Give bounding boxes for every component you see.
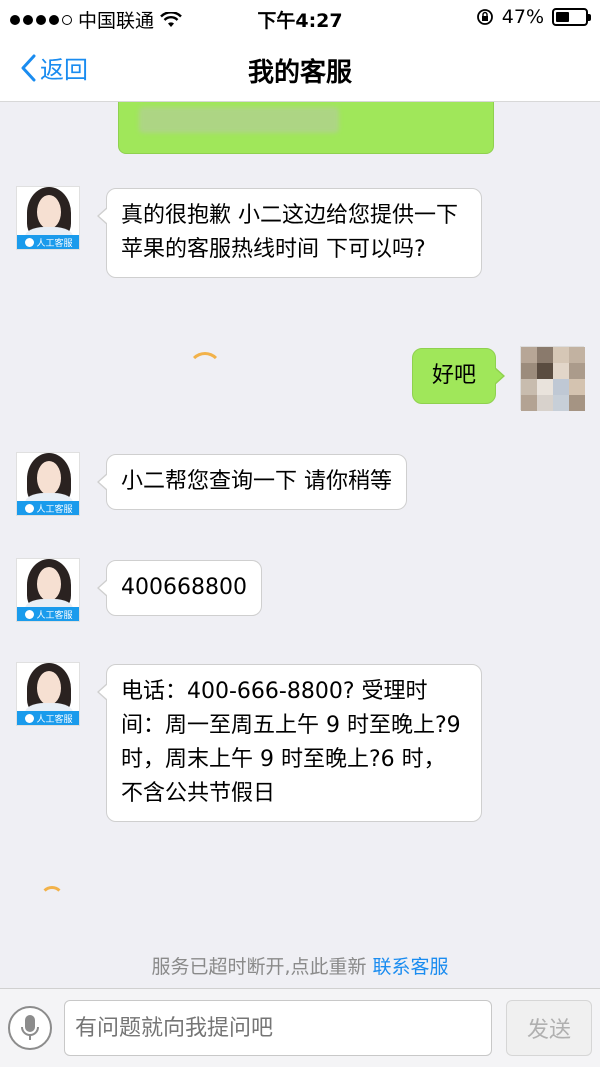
page-title: 我的客服 <box>247 58 352 88</box>
agent-badge: 人工客服 <box>17 711 79 725</box>
headset-icon <box>25 237 35 247</box>
orientation-lock-icon <box>476 9 493 25</box>
headset-icon <box>25 609 35 619</box>
message-text: 好吧 <box>431 363 476 388</box>
message-text: 400668800 <box>121 575 247 600</box>
message-text: 小二帮您查询一下 请你稍等 <box>121 469 392 494</box>
timeout-text: 服务已超时断开,点此重新 <box>151 956 367 978</box>
input-bar: 发送 <box>0 988 600 1067</box>
headset-icon <box>25 713 35 723</box>
message-input[interactable] <box>64 1000 492 1056</box>
battery-percent: 47% <box>501 6 544 28</box>
message-text: 真的很抱歉 小二这边给您提供一下苹果的客服热线时间 下可以吗? <box>121 203 458 262</box>
microphone-icon <box>21 1015 39 1040</box>
agent-message: 小二帮您查询一下 请你稍等 <box>97 454 407 510</box>
battery-icon <box>552 8 591 26</box>
agent-message: 真的很抱歉 小二这边给您提供一下苹果的客服热线时间 下可以吗? <box>97 188 482 278</box>
navigation-bar: 返回 我的客服 <box>0 36 600 102</box>
redacted-text <box>139 107 339 133</box>
contact-support-link[interactable]: 联系客服 <box>373 956 449 978</box>
agent-avatar[interactable]: 人工客服 <box>16 558 80 622</box>
loading-icon <box>188 352 222 386</box>
agent-message: 400668800 <box>97 560 262 616</box>
agent-badge: 人工客服 <box>17 501 79 515</box>
agent-badge: 人工客服 <box>17 235 79 249</box>
status-right-group: 47% <box>476 6 591 28</box>
send-button[interactable]: 发送 <box>506 1000 592 1056</box>
headset-icon <box>25 503 35 513</box>
timeout-notice: 服务已超时断开,点此重新 联系客服 <box>0 952 600 979</box>
loading-icon <box>40 886 64 910</box>
user-message: 好吧 <box>412 348 505 404</box>
message-text: 电话：400-666-8800? 受理时间：周一至周五上午 9 时至晚上?9 时… <box>121 679 461 806</box>
chat-thread[interactable]: 人工客服 真的很抱歉 小二这边给您提供一下苹果的客服热线时间 下可以吗? 好吧 … <box>0 102 600 988</box>
agent-message: 电话：400-666-8800? 受理时间：周一至周五上午 9 时至晚上?9 时… <box>97 664 482 822</box>
agent-avatar[interactable]: 人工客服 <box>16 452 80 516</box>
agent-avatar[interactable]: 人工客服 <box>16 186 80 250</box>
user-avatar[interactable] <box>520 346 585 411</box>
agent-avatar[interactable]: 人工客服 <box>16 662 80 726</box>
previous-user-message <box>118 102 494 154</box>
status-bar: 中国联通 下午4:27 47% <box>0 0 600 36</box>
agent-badge: 人工客服 <box>17 607 79 621</box>
voice-input-button[interactable] <box>8 1006 52 1050</box>
